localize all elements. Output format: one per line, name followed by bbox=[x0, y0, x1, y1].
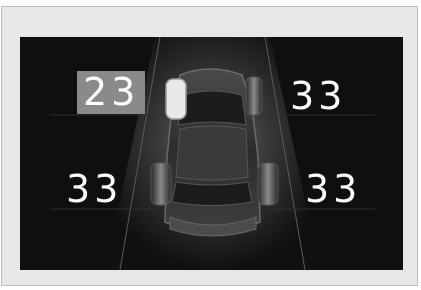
tire-rear-left bbox=[150, 162, 172, 206]
rear-left-pressure: 33 bbox=[66, 167, 123, 211]
rear-right-pressure: 33 bbox=[305, 167, 362, 211]
tire-front-right bbox=[245, 76, 263, 116]
front-right-pressure: 33 bbox=[290, 74, 347, 118]
display-frame: 23 33 33 33 bbox=[1, 6, 418, 286]
front-left-pressure: 23 bbox=[77, 71, 146, 114]
tire-rear-right bbox=[257, 162, 279, 206]
tire-front-left-highlight bbox=[165, 78, 187, 120]
tire-pressure-screen: 23 33 33 33 bbox=[20, 37, 403, 270]
